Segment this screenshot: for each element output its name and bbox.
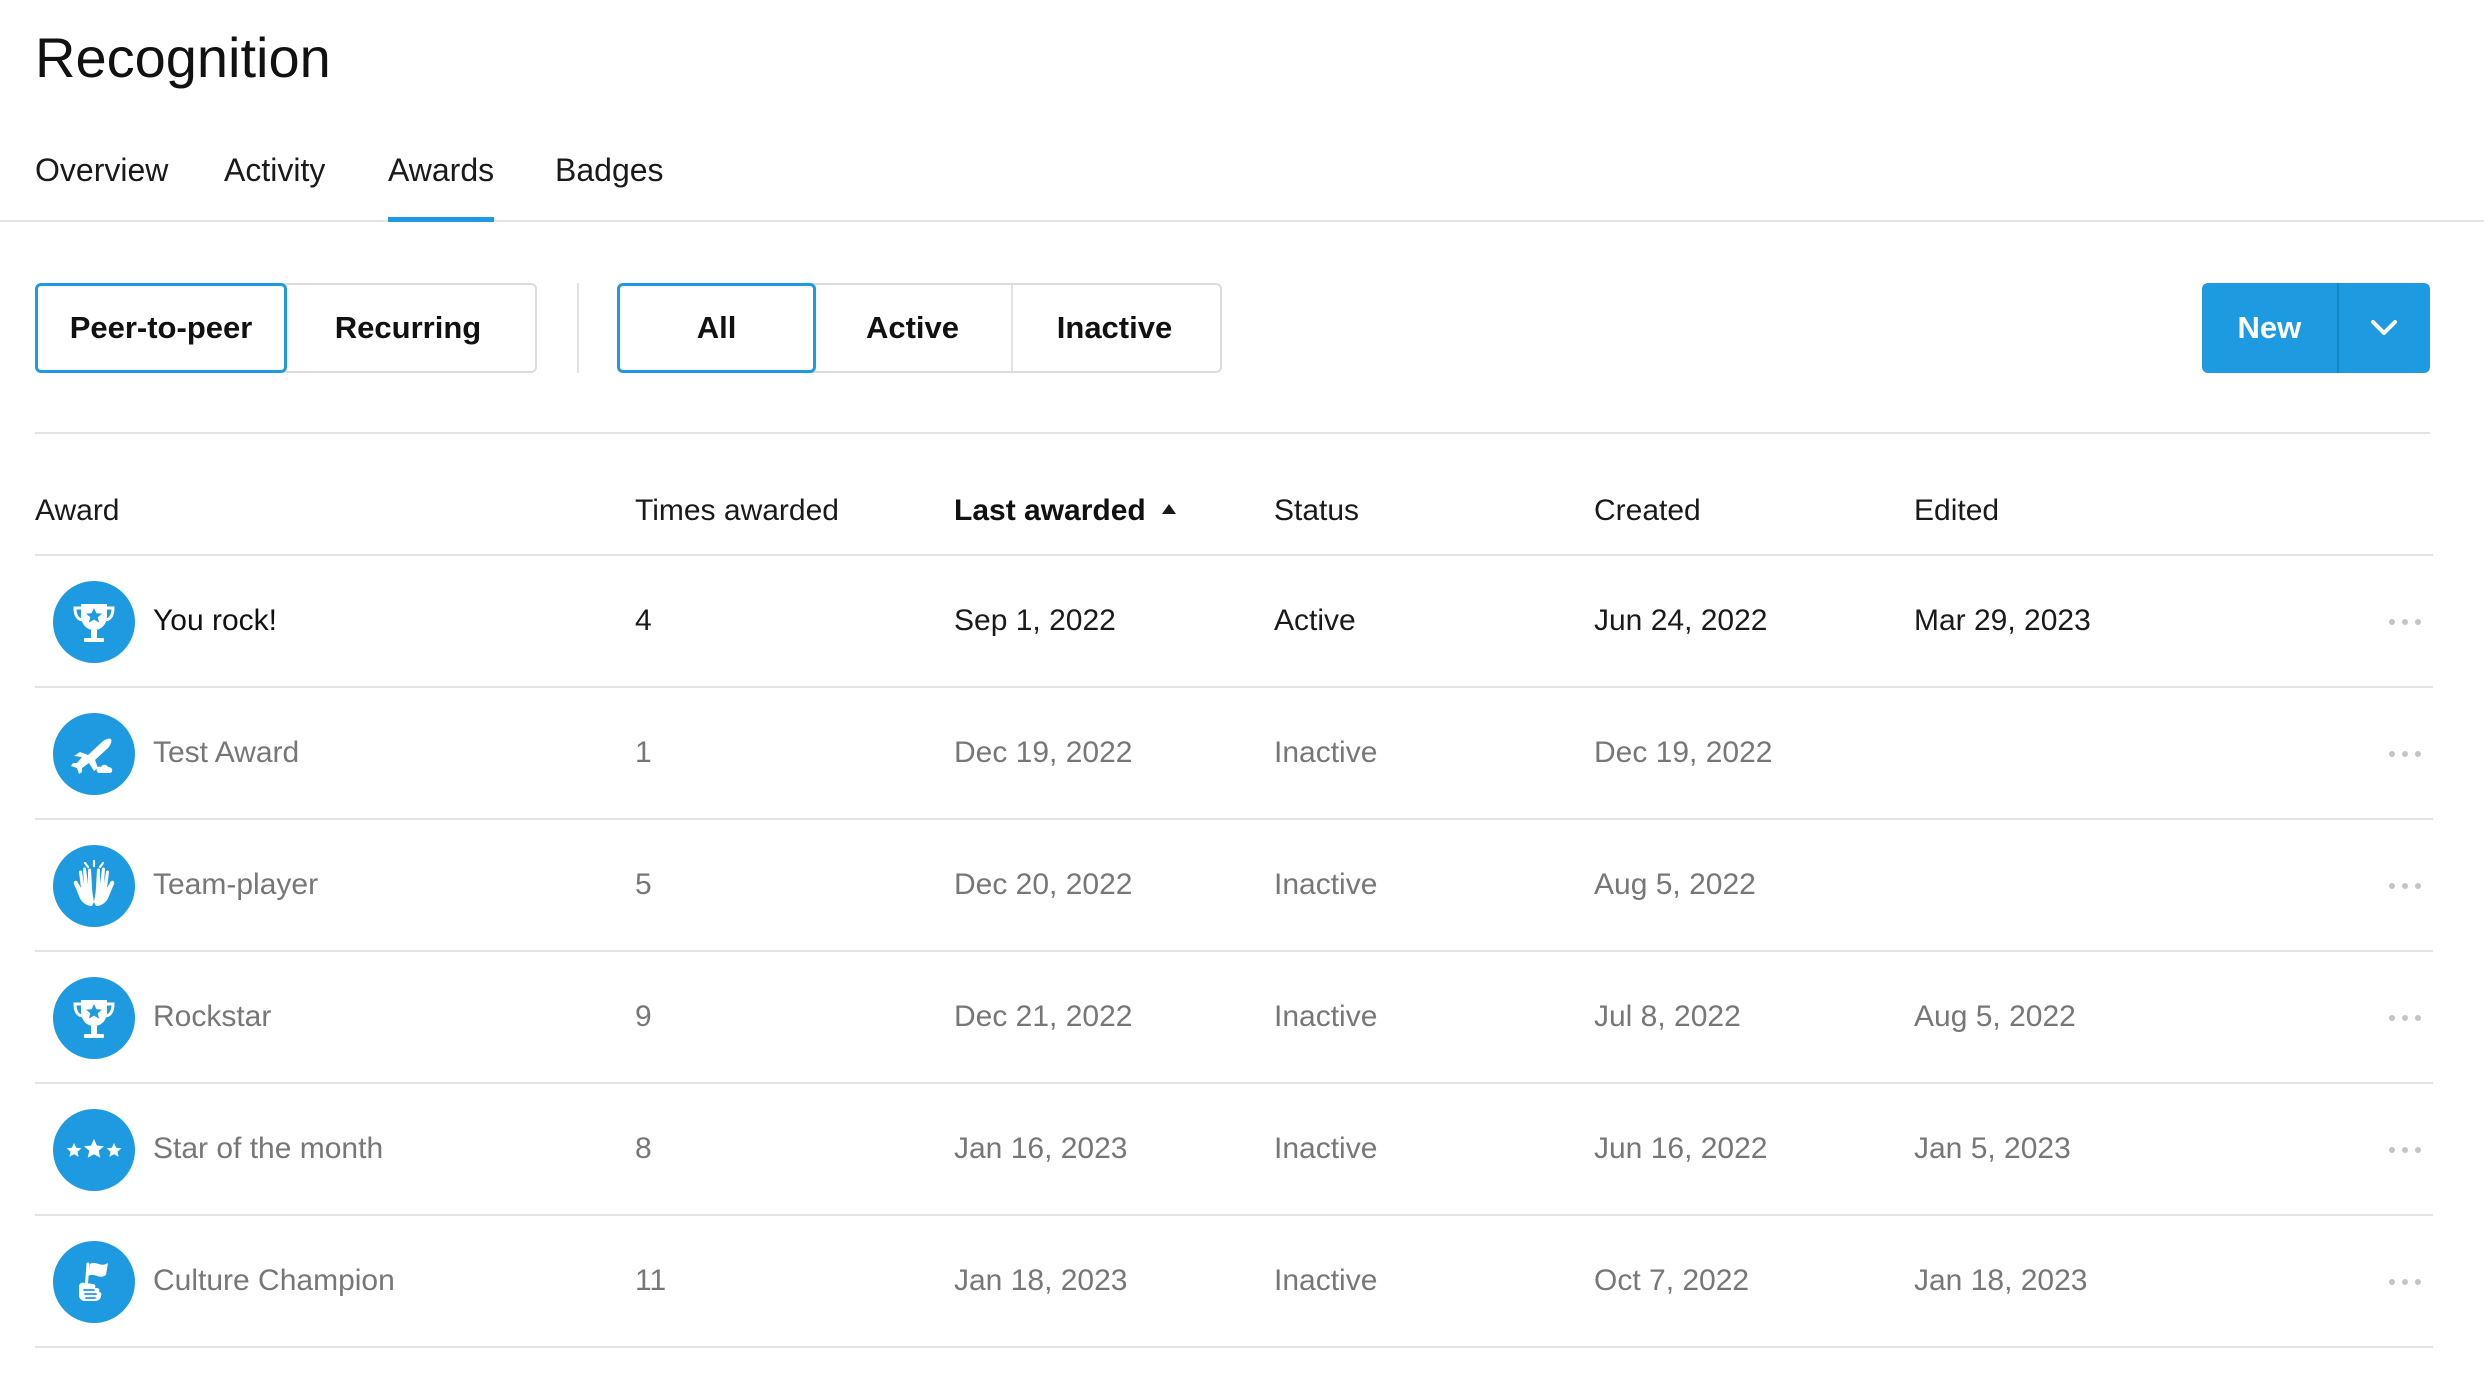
more-options-button[interactable] — [2380, 868, 2430, 904]
created-date: Jun 24, 2022 — [1594, 604, 1768, 637]
more-horizontal-icon — [2389, 1015, 2421, 1021]
more-horizontal-icon — [2389, 1147, 2421, 1153]
times-awarded: 8 — [635, 1132, 652, 1165]
column-header-award[interactable]: Award — [35, 476, 120, 554]
three-stars-icon — [53, 1109, 135, 1191]
more-options-button[interactable] — [2380, 736, 2430, 772]
more-horizontal-icon — [2389, 619, 2421, 625]
tab-activity[interactable]: Activity — [224, 140, 325, 220]
times-awarded: 9 — [635, 1000, 652, 1033]
times-awarded: 11 — [635, 1264, 667, 1297]
flag-hand-icon — [53, 1241, 135, 1323]
award-name[interactable]: Test Award — [153, 688, 299, 818]
filter-recurring-button[interactable]: Recurring — [285, 285, 531, 371]
page-title: Recognition — [35, 26, 331, 89]
created-date: Jun 16, 2022 — [1594, 1132, 1768, 1165]
tab-overview[interactable]: Overview — [35, 140, 168, 220]
new-award-button-group: New — [2202, 283, 2430, 373]
status: Inactive — [1274, 1132, 1378, 1165]
new-button[interactable]: New — [2202, 283, 2337, 373]
tab-awards[interactable]: Awards — [388, 140, 495, 222]
table-header: Award Times awarded Last awarded Status … — [35, 476, 2433, 556]
filter-inactive-button[interactable]: Inactive — [1011, 285, 1216, 371]
edited-date: Mar 29, 2023 — [1914, 604, 2091, 637]
trophy-icon — [53, 977, 135, 1059]
trophy-icon — [53, 581, 135, 663]
column-header-times-awarded[interactable]: Times awarded — [635, 476, 839, 554]
table-row[interactable]: Culture Champion 11 Jan 18, 2023 Inactiv… — [35, 1216, 2433, 1348]
status: Inactive — [1274, 1264, 1378, 1297]
more-horizontal-icon — [2389, 751, 2421, 757]
edited-date: Jan 18, 2023 — [1914, 1264, 2088, 1297]
more-options-button[interactable] — [2380, 1000, 2430, 1036]
times-awarded: 1 — [635, 736, 652, 769]
filter-peer-to-peer-button[interactable]: Peer-to-peer — [35, 283, 287, 373]
column-header-edited[interactable]: Edited — [1914, 476, 1999, 554]
filter-divider — [577, 283, 579, 373]
award-name[interactable]: Culture Champion — [153, 1216, 395, 1346]
filter-active-button[interactable]: Active — [814, 285, 1011, 371]
column-header-status[interactable]: Status — [1274, 476, 1359, 554]
last-awarded: Dec 19, 2022 — [954, 736, 1133, 769]
award-name[interactable]: Rockstar — [153, 952, 271, 1082]
last-awarded: Jan 16, 2023 — [954, 1132, 1128, 1165]
award-name[interactable]: Team-player — [153, 820, 318, 950]
table-row[interactable]: Rockstar 9 Dec 21, 2022 Inactive Jul 8, … — [35, 952, 2433, 1084]
column-header-created[interactable]: Created — [1594, 476, 1701, 554]
table-row[interactable]: Team-player 5 Dec 20, 2022 Inactive Aug … — [35, 820, 2433, 952]
last-awarded: Jan 18, 2023 — [954, 1264, 1128, 1297]
more-horizontal-icon — [2389, 1279, 2421, 1285]
created-date: Aug 5, 2022 — [1594, 868, 1756, 901]
created-date: Dec 19, 2022 — [1594, 736, 1773, 769]
award-type-filter: Peer-to-peer Recurring — [35, 283, 537, 373]
created-date: Oct 7, 2022 — [1594, 1264, 1750, 1297]
more-options-button[interactable] — [2380, 1132, 2430, 1168]
status: Inactive — [1274, 868, 1378, 901]
status: Inactive — [1274, 736, 1378, 769]
airplane-icon — [53, 713, 135, 795]
table-row[interactable]: You rock! 4 Sep 1, 2022 Active Jun 24, 2… — [35, 556, 2433, 688]
status: Active — [1274, 604, 1356, 637]
award-name[interactable]: Star of the month — [153, 1084, 383, 1214]
tab-bar: Overview Activity Awards Badges — [0, 140, 2484, 222]
table-row[interactable]: Star of the month 8 Jan 16, 2023 Inactiv… — [35, 1084, 2433, 1216]
created-date: Jul 8, 2022 — [1594, 1000, 1741, 1033]
status-filter: All Active Inactive — [617, 283, 1222, 373]
edited-date: Jan 5, 2023 — [1914, 1132, 2071, 1165]
high-five-icon — [53, 845, 135, 927]
more-options-button[interactable] — [2380, 1264, 2430, 1300]
edited-date: Aug 5, 2022 — [1914, 1000, 2076, 1033]
column-header-last-awarded-label: Last awarded — [954, 494, 1146, 527]
times-awarded: 4 — [635, 604, 652, 637]
table-row[interactable]: Test Award 1 Dec 19, 2022 Inactive Dec 1… — [35, 688, 2433, 820]
status: Inactive — [1274, 1000, 1378, 1033]
sort-ascending-icon — [1161, 504, 1176, 515]
times-awarded: 5 — [635, 868, 652, 901]
chevron-down-icon — [2371, 320, 2398, 335]
column-header-last-awarded[interactable]: Last awarded — [954, 476, 1176, 554]
tab-badges[interactable]: Badges — [555, 140, 664, 220]
last-awarded: Dec 20, 2022 — [954, 868, 1133, 901]
award-name[interactable]: You rock! — [153, 556, 277, 686]
last-awarded: Sep 1, 2022 — [954, 604, 1116, 637]
more-options-button[interactable] — [2380, 604, 2430, 640]
last-awarded: Dec 21, 2022 — [954, 1000, 1133, 1033]
new-dropdown-toggle[interactable] — [2336, 283, 2430, 373]
more-horizontal-icon — [2389, 883, 2421, 889]
section-divider — [35, 432, 2430, 434]
filter-all-button[interactable]: All — [617, 283, 816, 373]
